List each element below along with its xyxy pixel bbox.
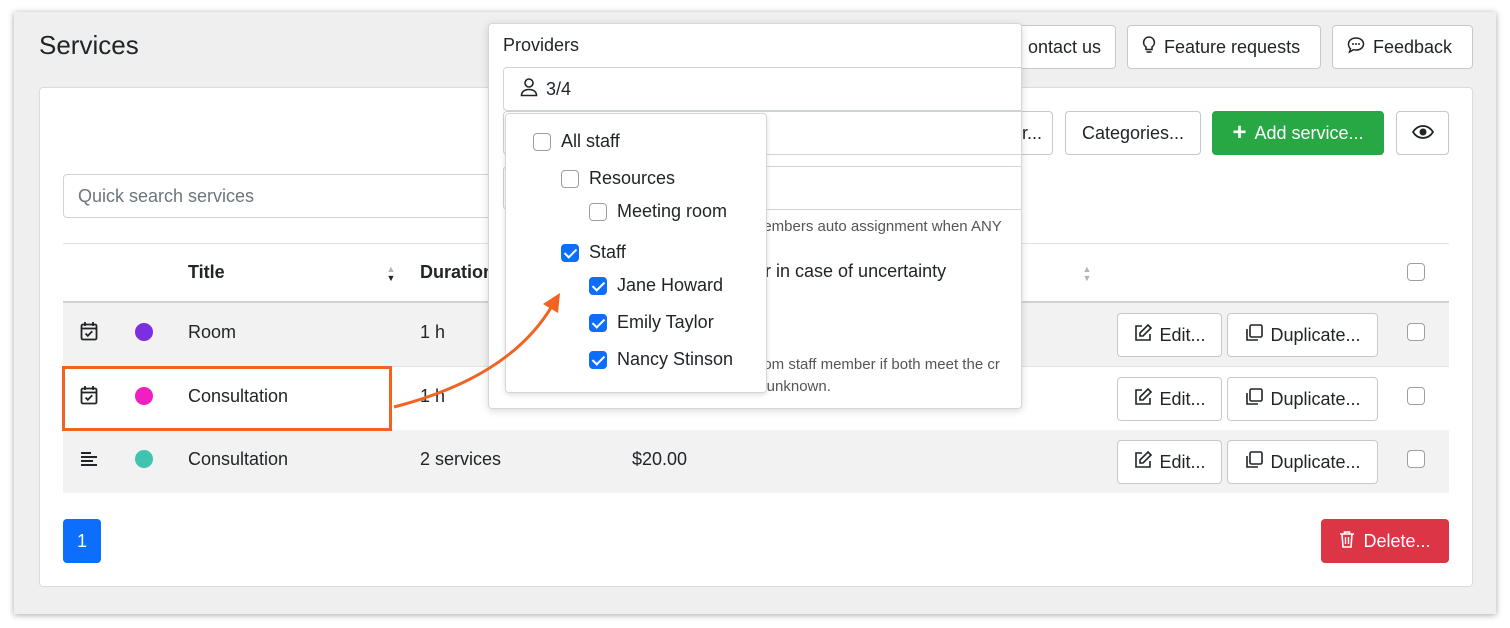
providers-dropdown: All staff Resources Meeting room Staff J… (505, 113, 767, 393)
option-jane-howard[interactable]: Jane Howard (589, 275, 723, 296)
add-service-button[interactable]: + Add service... (1212, 111, 1384, 155)
service-title: Consultation (188, 449, 289, 469)
background-help-text: dom staff member if both meet the cr (755, 356, 1000, 373)
trash-icon (1339, 530, 1355, 553)
contact-us-label: ontact us (1027, 36, 1101, 57)
filter-label: r... (1021, 122, 1042, 143)
feature-requests-button[interactable]: Feature requests (1127, 25, 1321, 69)
option-resources[interactable]: Resources (561, 168, 675, 189)
calendar-check-icon (80, 321, 98, 346)
option-label: All staff (561, 131, 620, 151)
checkbox[interactable] (589, 276, 607, 295)
color-dot (135, 323, 153, 341)
checkbox[interactable] (589, 350, 607, 369)
duplicate-button[interactable]: Duplicate... (1227, 313, 1378, 357)
duplicate-label: Duplicate... (1270, 388, 1361, 409)
service-duration: 2 services (420, 449, 502, 469)
duplicate-button[interactable]: Duplicate... (1227, 377, 1378, 421)
checkbox[interactable] (533, 132, 551, 151)
search-input[interactable] (63, 174, 503, 218)
chat-bubble-icon (1347, 36, 1365, 59)
providers-label: Providers (503, 35, 580, 55)
background-help-text: nembers auto assignment when ANY (755, 218, 1002, 235)
option-staff[interactable]: Staff (561, 242, 626, 263)
plus-icon: + (1232, 119, 1247, 146)
pagination-page-1[interactable]: 1 (63, 519, 101, 563)
option-label: Nancy Stinson (617, 349, 734, 369)
row-checkbox[interactable] (1407, 387, 1425, 405)
edit-label: Edit... (1159, 451, 1206, 472)
view-options-button[interactable] (1396, 111, 1449, 155)
checkbox[interactable] (561, 169, 579, 188)
categories-label: Categories... (1081, 122, 1185, 143)
delete-label: Delete... (1363, 530, 1431, 551)
background-option-text: er in case of uncertainty (755, 261, 947, 281)
duplicate-label: Duplicate... (1270, 324, 1361, 345)
option-nancy-stinson[interactable]: Nancy Stinson (589, 349, 733, 370)
edit-button[interactable]: Edit... (1117, 313, 1222, 357)
list-icon (80, 450, 98, 473)
lightbulb-icon (1142, 35, 1156, 59)
checkbox[interactable] (561, 243, 579, 262)
column-header-duration[interactable]: Duration (420, 262, 494, 283)
providers-select[interactable]: 3/4 (503, 67, 1021, 111)
option-all-staff[interactable]: All staff (533, 131, 620, 152)
duplicate-label: Duplicate... (1270, 451, 1361, 472)
feedback-label: Feedback (1373, 36, 1453, 57)
pencil-square-icon (1133, 387, 1153, 412)
option-label: Resources (589, 168, 676, 188)
providers-count: 3/4 (546, 78, 572, 99)
edit-label: Edit... (1159, 324, 1206, 345)
checkbox[interactable] (589, 202, 607, 221)
sort-icon[interactable]: ▲ ▼ (1082, 265, 1092, 283)
edit-label: Edit... (1159, 388, 1206, 409)
select-all-checkbox[interactable] (1407, 263, 1425, 281)
page-title: Services (39, 30, 139, 60)
categories-button[interactable]: Categories... (1065, 111, 1201, 155)
edit-button[interactable]: Edit... (1117, 440, 1222, 484)
option-label: Jane Howard (617, 275, 724, 295)
option-meeting-room[interactable]: Meeting room (589, 201, 727, 222)
service-price: $20.00 (632, 449, 688, 469)
copy-icon (1244, 387, 1264, 412)
pencil-square-icon (1133, 450, 1153, 475)
sort-icon[interactable]: ▲ ▼ (386, 265, 396, 283)
option-label: Staff (589, 242, 626, 262)
providers-popover: Providers 3/4 nembers auto assignment wh… (488, 23, 1022, 409)
feature-requests-label: Feature requests (1164, 36, 1301, 57)
copy-icon (1244, 323, 1264, 348)
column-header-title[interactable]: Title (188, 262, 225, 283)
add-service-label: Add service... (1254, 122, 1364, 143)
edit-button[interactable]: Edit... (1117, 377, 1222, 421)
copy-icon (1244, 450, 1264, 475)
option-emily-taylor[interactable]: Emily Taylor (589, 312, 714, 333)
service-title: Room (188, 322, 237, 342)
color-dot (135, 450, 153, 468)
delete-button[interactable]: Delete... (1321, 519, 1449, 563)
service-duration: 1 h (420, 386, 446, 406)
eye-icon (1411, 123, 1434, 144)
row-checkbox[interactable] (1407, 450, 1425, 468)
table-row: Consultation 2 services $20.00 Edit... D… (63, 430, 1449, 493)
duplicate-button[interactable]: Duplicate... (1227, 440, 1378, 484)
person-icon (520, 77, 538, 102)
annotation-highlight-box (62, 366, 392, 431)
feedback-button[interactable]: Feedback (1332, 25, 1473, 69)
option-label: Meeting room (617, 201, 728, 221)
checkbox[interactable] (589, 313, 607, 332)
option-label: Emily Taylor (617, 312, 714, 332)
service-duration: 1 h (420, 322, 446, 342)
row-checkbox[interactable] (1407, 323, 1425, 341)
pencil-square-icon (1133, 323, 1153, 348)
